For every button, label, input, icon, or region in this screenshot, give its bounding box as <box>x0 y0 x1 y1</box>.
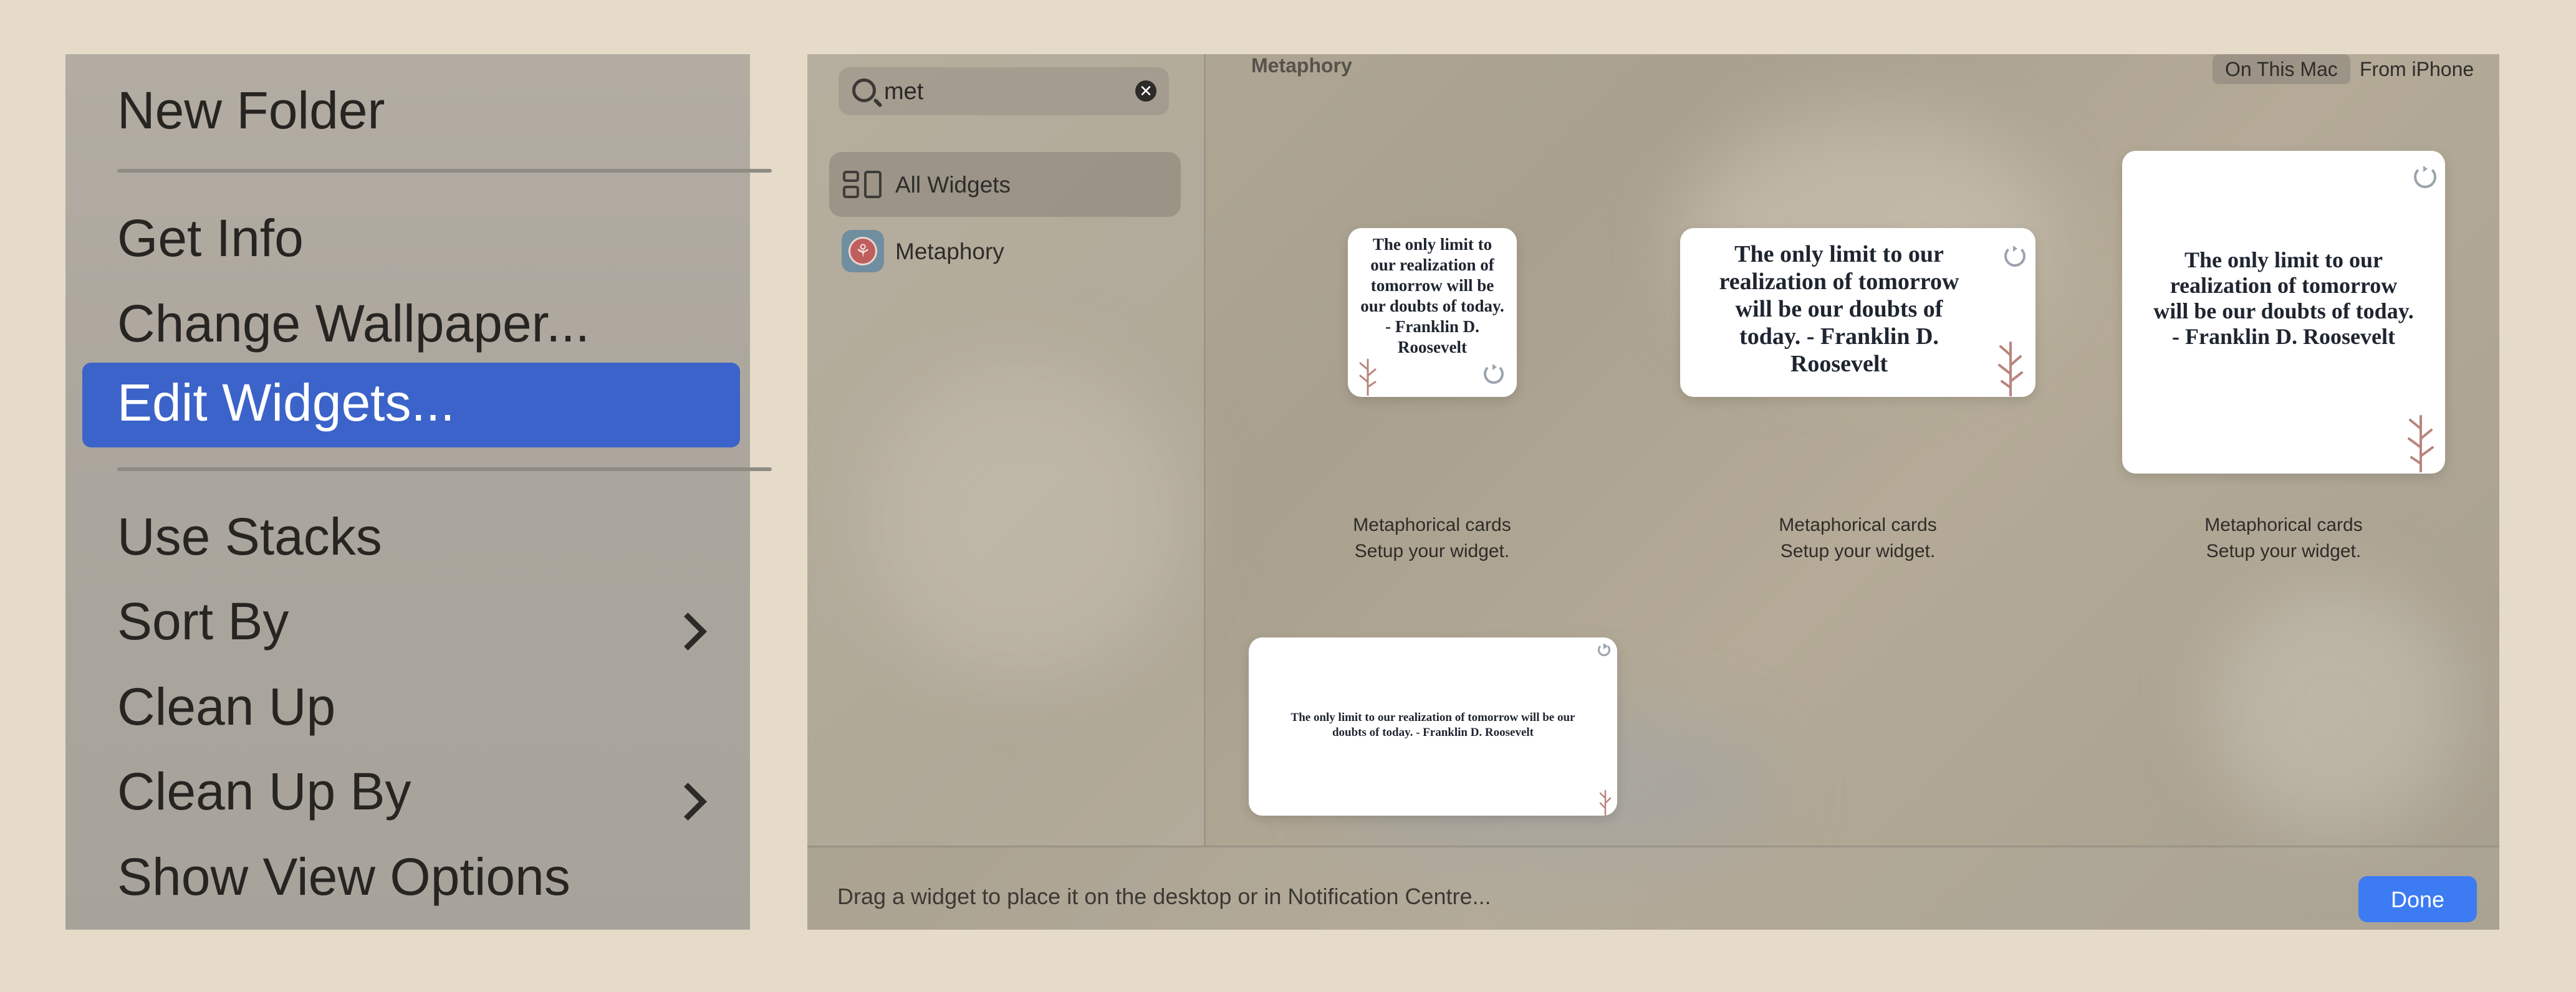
widget-caption-large: Metaphorical cards Setup your widget. <box>2097 512 2471 565</box>
gallery-section-title: Metaphory <box>1251 54 1352 77</box>
background-blur <box>2210 584 2459 833</box>
menu-item-change-wallpaper[interactable]: Change Wallpaper... <box>117 297 590 350</box>
widget-preview-large[interactable]: The only limit to our realization of tom… <box>2122 151 2445 474</box>
done-button[interactable]: Done <box>2358 876 2477 922</box>
menu-item-edit-widgets[interactable]: Edit Widgets... <box>82 363 740 447</box>
widget-quote: The only limit to our realization of tom… <box>1360 235 1504 356</box>
gallery-footer: Drag a widget to place it on the desktop… <box>807 846 2499 930</box>
widget-gallery: met ✕ All Widgets ⚘ Metaphory Metaphory … <box>807 54 2499 930</box>
menu-item-get-info[interactable]: Get Info <box>117 212 304 264</box>
leaf-icon <box>1998 341 2023 396</box>
widget-quote: The only limit to our realization of tom… <box>2153 247 2414 349</box>
search-input[interactable]: met <box>884 79 923 105</box>
menu-item-clean-up[interactable]: Clean Up <box>117 680 335 733</box>
widget-caption-medium: Metaphorical cards Setup your widget. <box>1671 512 2045 565</box>
sidebar-item-label: All Widgets <box>895 172 1011 198</box>
refresh-icon <box>2004 246 2026 267</box>
widget-preview-extra-large[interactable]: The only limit to our realization of tom… <box>1249 637 1617 816</box>
menu-item-show-view-options[interactable]: Show View Options <box>117 851 570 903</box>
menu-item-new-folder[interactable]: New Folder <box>117 84 385 136</box>
clear-search-icon[interactable]: ✕ <box>1135 80 1156 102</box>
menu-item-edit-widgets-label: Edit Widgets... <box>117 373 455 432</box>
widgets-grid-icon <box>843 171 882 198</box>
menu-item-use-stacks[interactable]: Use Stacks <box>117 510 382 563</box>
tab-on-this-mac[interactable]: On This Mac <box>2213 54 2350 84</box>
refresh-icon <box>2414 166 2436 188</box>
widget-caption-title: Metaphorical cards <box>2204 515 2363 535</box>
sidebar-item-metaphory[interactable]: ⚘ Metaphory <box>829 219 1181 284</box>
widget-caption-title: Metaphorical cards <box>1779 515 1937 535</box>
menu-separator <box>117 169 772 173</box>
search-icon <box>852 79 876 102</box>
widget-quote: The only limit to our realization of tom… <box>1290 711 1575 739</box>
metaphory-app-icon: ⚘ <box>842 230 884 272</box>
widget-quote: The only limit to our realization of tom… <box>1719 241 1959 377</box>
search-field[interactable]: met ✕ <box>839 67 1169 115</box>
gallery-sidebar: met ✕ All Widgets ⚘ Metaphory <box>807 54 1206 846</box>
widget-caption-small: Metaphorical cards Setup your widget. <box>1245 512 1619 565</box>
menu-separator <box>117 467 772 471</box>
chevron-right-icon <box>669 613 707 651</box>
widget-caption-subtitle: Setup your widget. <box>2206 541 2362 561</box>
widget-preview-medium[interactable]: The only limit to our realization of tom… <box>1680 228 2035 397</box>
chevron-right-icon <box>669 783 707 821</box>
widget-caption-title: Metaphorical cards <box>1353 515 1511 535</box>
leaf-icon <box>1599 789 1612 816</box>
sidebar-item-label: Metaphory <box>895 239 1004 264</box>
widget-caption-subtitle: Setup your widget. <box>1354 541 1510 561</box>
tab-from-iphone[interactable]: From iPhone <box>2347 54 2486 84</box>
refresh-icon <box>1598 643 1610 656</box>
refresh-icon <box>1484 364 1504 384</box>
menu-item-sort-by[interactable]: Sort By <box>117 595 289 647</box>
desktop-context-menu: New Folder Get Info Change Wallpaper... … <box>65 54 772 930</box>
widget-caption-subtitle: Setup your widget. <box>1780 541 1936 561</box>
sidebar-item-all-widgets[interactable]: All Widgets <box>829 152 1181 217</box>
menu-item-clean-up-by[interactable]: Clean Up By <box>117 765 411 818</box>
leaf-icon <box>1359 358 1377 396</box>
widget-preview-small[interactable]: The only limit to our realization of tom… <box>1348 228 1517 397</box>
drag-hint-text: Drag a widget to place it on the desktop… <box>837 884 1491 909</box>
leaf-icon <box>2408 415 2434 472</box>
